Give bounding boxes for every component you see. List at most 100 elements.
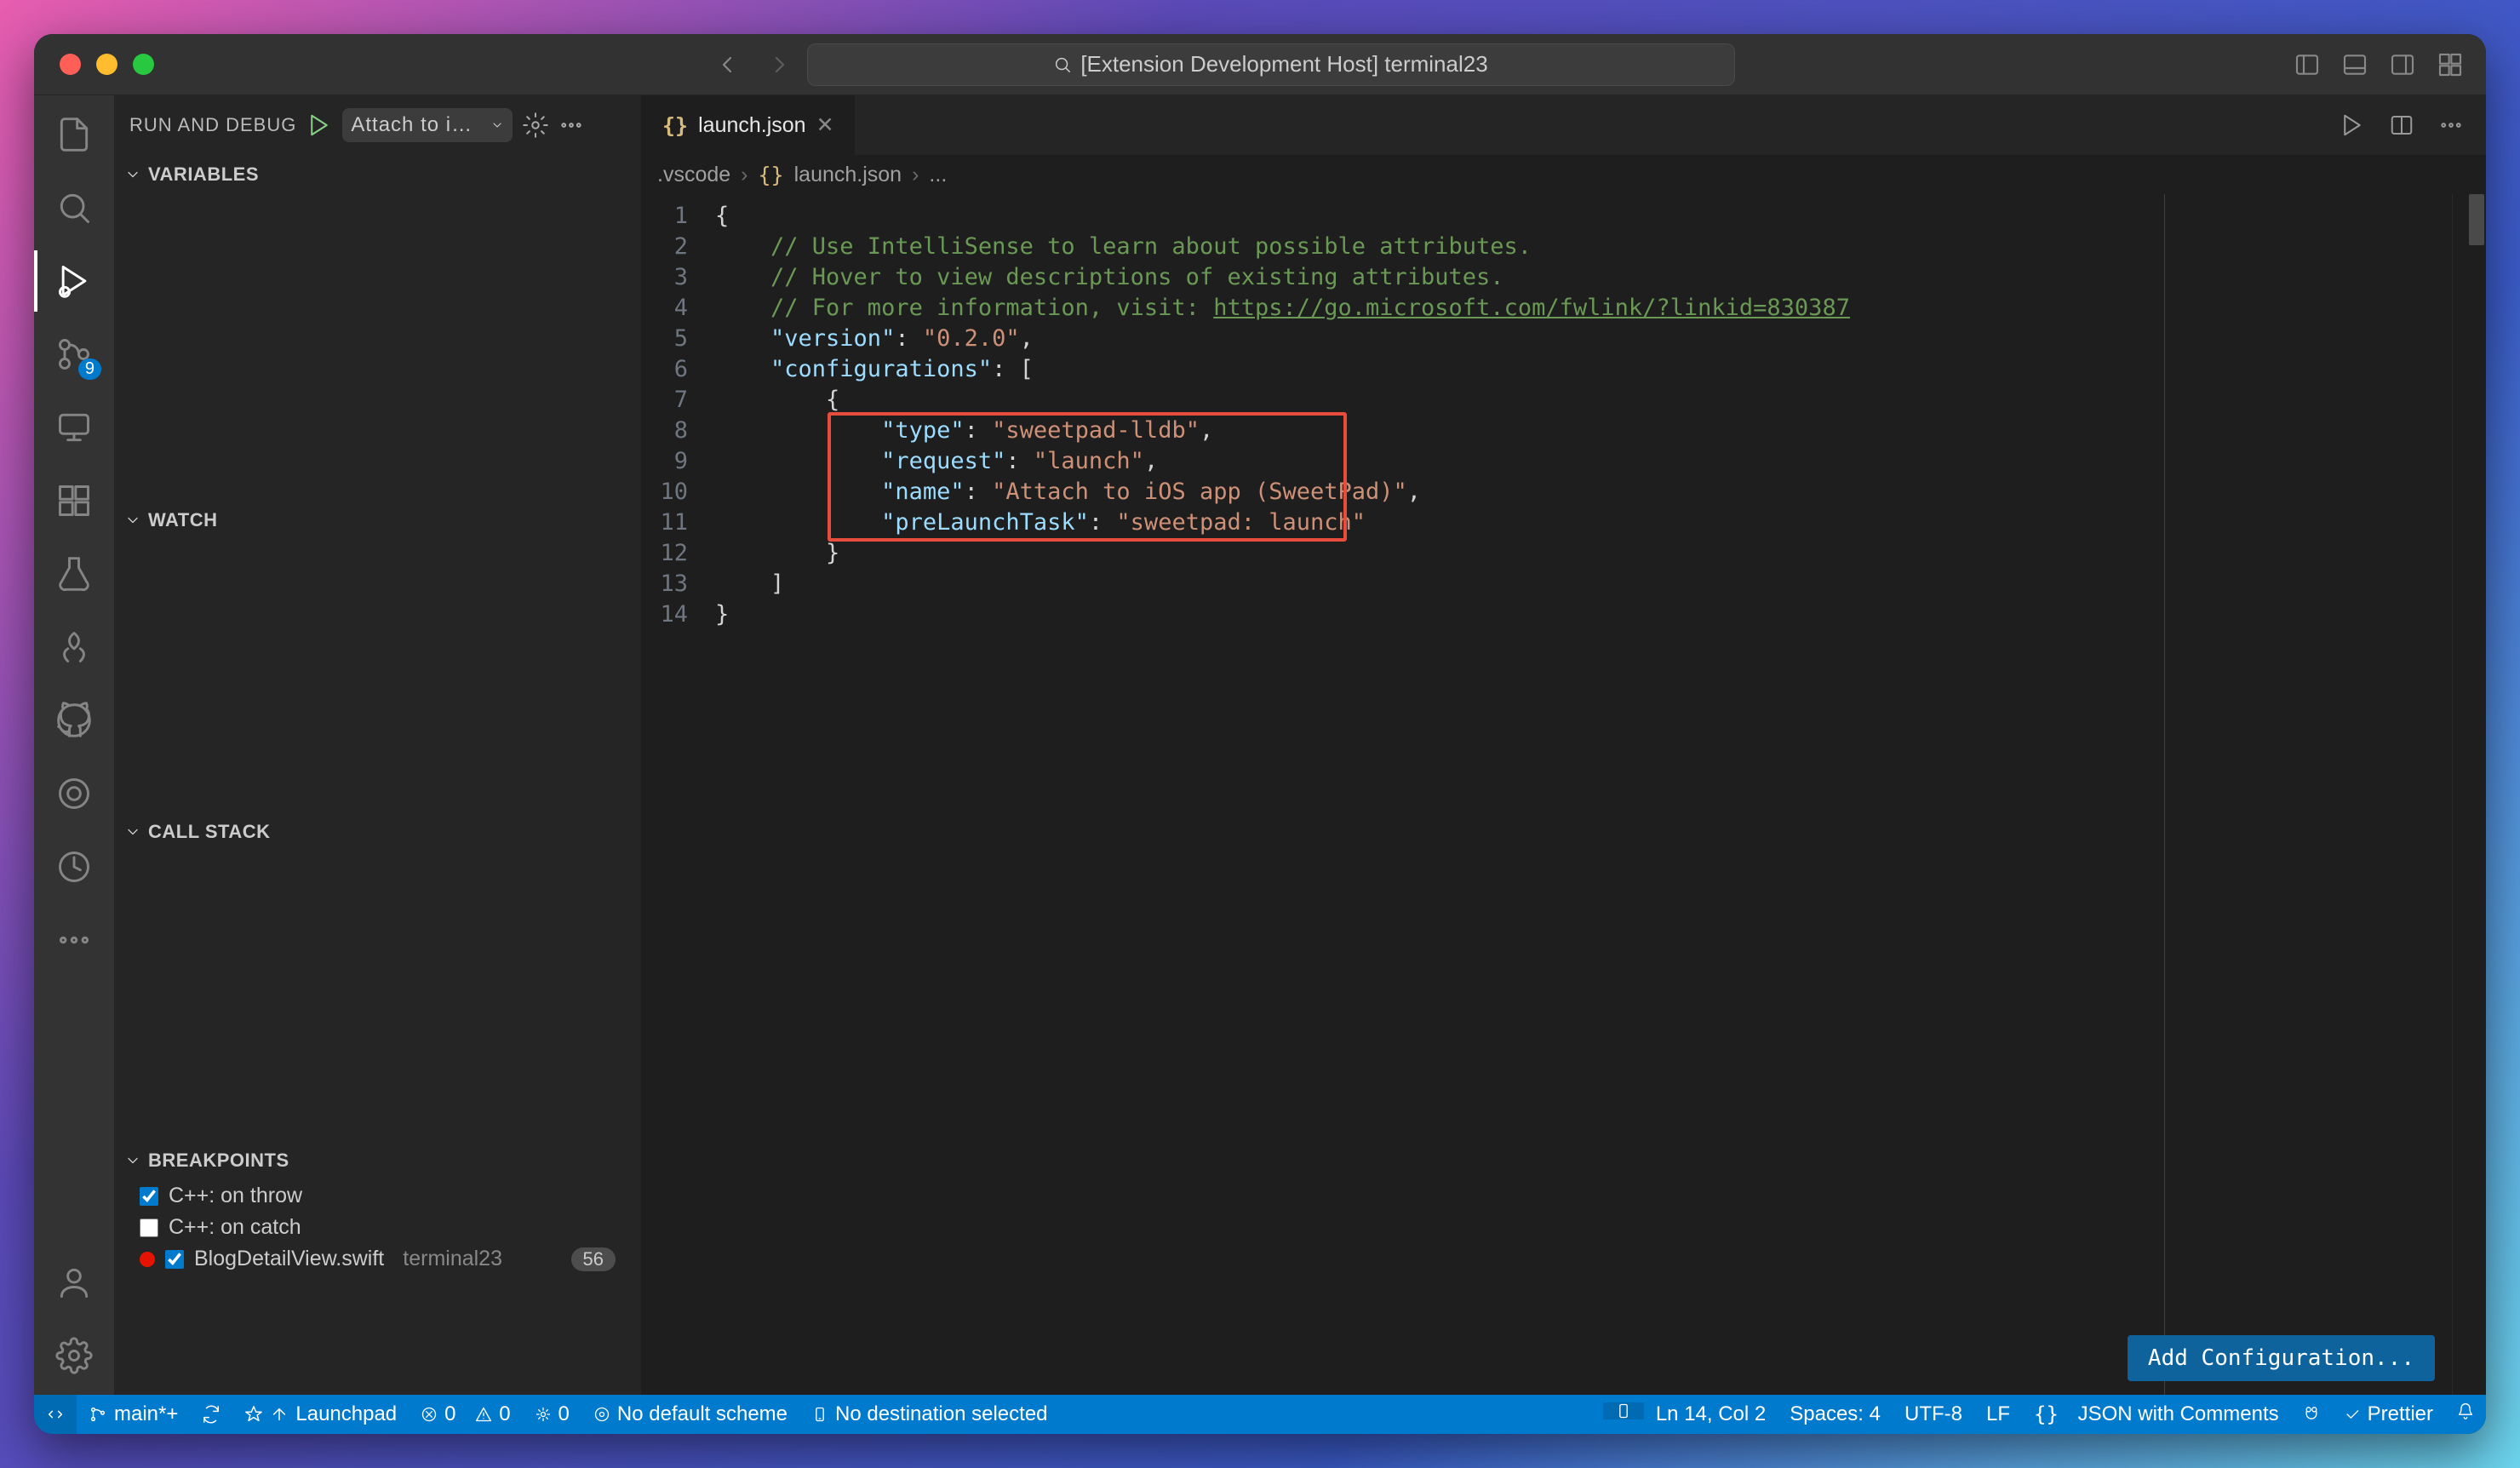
command-center[interactable]: [Extension Development Host] terminal23	[807, 43, 1735, 86]
sync-icon[interactable]	[190, 1395, 232, 1434]
search-activity-icon[interactable]	[52, 186, 96, 230]
chevron-down-icon	[124, 512, 141, 529]
customize-layout-icon[interactable]	[2437, 51, 2464, 78]
code-content[interactable]: { // Use IntelliSense to learn about pos…	[700, 194, 2452, 1395]
breadcrumbs[interactable]: .vscode › {} launch.json › ...	[642, 155, 2486, 194]
sweetpad-icon[interactable]	[52, 625, 96, 669]
maximize-window[interactable]	[133, 54, 154, 75]
breakpoint-checkbox[interactable]	[165, 1250, 184, 1269]
titlebar: [Extension Development Host] terminal23	[34, 34, 2486, 95]
nav-back-icon[interactable]	[713, 51, 741, 78]
breakpoint-row[interactable]: C++: on catch	[114, 1212, 641, 1243]
breakpoint-label: C++: on catch	[169, 1215, 301, 1240]
debug-gear-icon[interactable]	[523, 112, 548, 138]
json-icon: {}	[662, 113, 688, 138]
breakpoints-header[interactable]: BREAKPOINTS	[114, 1141, 641, 1180]
git-branch[interactable]: main*+	[77, 1395, 190, 1434]
github-icon[interactable]	[52, 698, 96, 743]
cursor-position[interactable]: Ln 14, Col 2	[1644, 1402, 1778, 1426]
simulator-icon[interactable]	[1603, 1402, 1644, 1419]
settings-gear-icon[interactable]	[52, 1333, 96, 1378]
breakpoints-section: BREAKPOINTS C++: on throw C++: on catch	[114, 1141, 641, 1275]
chevron-right-icon: ›	[912, 163, 919, 187]
more-tab-actions-icon[interactable]	[2438, 112, 2464, 138]
toggle-primary-sidebar-icon[interactable]	[2294, 51, 2321, 78]
extensions-icon[interactable]	[52, 479, 96, 523]
callstack-header[interactable]: CALL STACK	[114, 812, 641, 852]
tab-launch-json[interactable]: {} launch.json ✕	[642, 95, 856, 155]
accounts-icon[interactable]	[52, 1260, 96, 1305]
activity-bar: 9	[34, 95, 114, 1395]
copilot-icon[interactable]	[2291, 1402, 2332, 1419]
json-icon: {}	[759, 163, 784, 187]
launchpad-status[interactable]: Launchpad	[232, 1395, 409, 1434]
breakpoint-label: C++: on throw	[169, 1184, 302, 1208]
start-debug-icon[interactable]	[306, 112, 332, 138]
code-editor[interactable]: 1234567891011121314 { // Use IntelliSens…	[642, 194, 2486, 1395]
close-window[interactable]	[60, 54, 81, 75]
breadcrumb-trail[interactable]: ...	[929, 163, 947, 187]
breakpoint-line: 56	[571, 1247, 616, 1271]
run-icon[interactable]	[2340, 112, 2365, 138]
main-area: 9 RUN AND DEBUG Attach to iOS a	[34, 95, 2486, 1395]
prettier-status[interactable]: Prettier	[2332, 1402, 2445, 1426]
gitlens-icon[interactable]	[52, 771, 96, 816]
nav-forward-icon[interactable]	[766, 51, 793, 78]
run-debug-icon[interactable]	[52, 259, 96, 303]
tab-actions	[2317, 95, 2486, 155]
ports-status[interactable]: 0	[523, 1395, 581, 1434]
variables-section: VARIABLES	[114, 155, 641, 501]
breadcrumb-folder[interactable]: .vscode	[657, 163, 730, 187]
minimize-window[interactable]	[96, 54, 117, 75]
editor-ruler	[2164, 194, 2165, 1395]
remote-indicator[interactable]	[34, 1395, 77, 1434]
toggle-secondary-sidebar-icon[interactable]	[2389, 51, 2416, 78]
watch-header[interactable]: WATCH	[114, 501, 641, 540]
add-configuration-button[interactable]: Add Configuration...	[2128, 1335, 2435, 1381]
line-numbers: 1234567891011121314	[642, 194, 700, 1395]
chevron-right-icon: ›	[741, 163, 747, 187]
chevron-down-icon	[490, 118, 504, 133]
status-bar: main*+ Launchpad 0 0 0 No default scheme…	[34, 1395, 2486, 1434]
encoding-status[interactable]: UTF-8	[1893, 1402, 1974, 1426]
breakpoint-row[interactable]: C++: on throw	[114, 1180, 641, 1212]
command-center-text: [Extension Development Host] terminal23	[1080, 51, 1487, 77]
breadcrumb-file[interactable]: launch.json	[794, 163, 902, 187]
breakpoint-checkbox[interactable]	[140, 1219, 158, 1237]
language-mode[interactable]: {} JSON with Comments	[2022, 1402, 2291, 1426]
explorer-icon[interactable]	[52, 112, 96, 157]
chevron-down-icon	[124, 823, 141, 840]
variables-header[interactable]: VARIABLES	[114, 155, 641, 194]
watch-section: WATCH	[114, 501, 641, 812]
search-icon	[1053, 55, 1072, 74]
notifications-icon[interactable]	[2445, 1402, 2486, 1419]
minimap[interactable]	[2452, 194, 2486, 1395]
source-control-icon[interactable]: 9	[52, 332, 96, 376]
breakpoint-dot-icon	[140, 1252, 155, 1267]
titlebar-layout-icons	[2294, 51, 2472, 78]
close-tab-icon[interactable]: ✕	[816, 112, 834, 138]
more-actions-icon[interactable]	[558, 112, 584, 138]
debug-header-title: RUN AND DEBUG	[129, 114, 296, 136]
problems-status[interactable]: 0 0	[409, 1395, 522, 1434]
more-icon[interactable]	[52, 918, 96, 962]
breakpoint-filename: BlogDetailView.swift	[194, 1247, 384, 1271]
breakpoint-checkbox[interactable]	[140, 1187, 158, 1206]
split-editor-icon[interactable]	[2389, 112, 2414, 138]
testing-icon[interactable]	[52, 552, 96, 596]
nav-arrows	[713, 51, 793, 78]
indentation-status[interactable]: Spaces: 4	[1778, 1402, 1893, 1426]
launch-config-select[interactable]: Attach to iOS a	[342, 108, 513, 142]
destination-status[interactable]: No destination selected	[799, 1395, 1060, 1434]
scheme-status[interactable]: No default scheme	[581, 1395, 799, 1434]
breakpoint-file-row[interactable]: BlogDetailView.swift terminal23 56	[114, 1243, 641, 1275]
debug-header: RUN AND DEBUG Attach to iOS a	[114, 95, 641, 155]
launch-config-label: Attach to iOS a	[351, 113, 485, 137]
callstack-section: CALL STACK	[114, 812, 641, 1141]
minimap-thumb[interactable]	[2469, 194, 2484, 245]
remote-explorer-icon[interactable]	[52, 405, 96, 450]
editor-area: {} launch.json ✕ .vscode › {} launch.jso…	[642, 95, 2486, 1395]
git-graph-icon[interactable]	[52, 845, 96, 889]
eol-status[interactable]: LF	[1974, 1402, 2022, 1426]
toggle-panel-icon[interactable]	[2341, 51, 2368, 78]
